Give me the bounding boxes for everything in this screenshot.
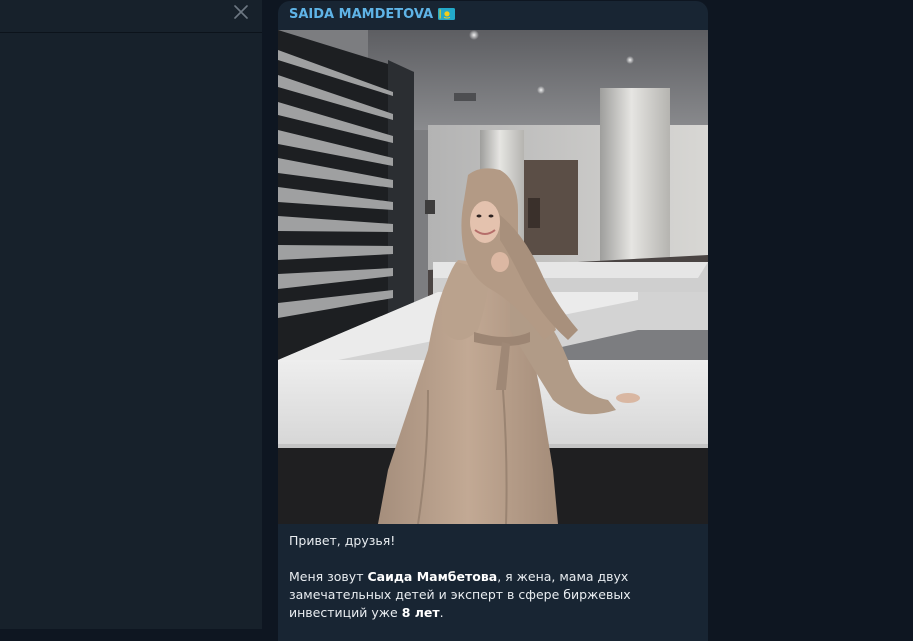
caption-gap xyxy=(289,550,694,568)
message-caption: Привет, друзья! Меня зовут Саида Мамбето… xyxy=(289,532,694,622)
left-panel-header xyxy=(0,0,262,33)
close-button[interactable] xyxy=(228,3,254,25)
caption-intro-suffix: . xyxy=(439,605,444,620)
close-icon xyxy=(234,5,248,19)
caption-name: Саида Мамбетова xyxy=(367,569,498,584)
message-photo[interactable] xyxy=(278,30,708,524)
caption-greeting: Привет, друзья! xyxy=(289,533,396,548)
sender-name-text: SAIDA MAMDETOVA xyxy=(289,7,434,22)
kazakhstan-flag-icon xyxy=(438,8,456,20)
left-panel xyxy=(0,0,262,629)
caption-intro-prefix: Меня зовут xyxy=(289,569,368,584)
caption-intro: Меня зовут Саида Мамбетова, я жена, мама… xyxy=(289,568,694,622)
message-bubble[interactable]: SAIDA MAMDETOVA Привет, друзья! Меня зов… xyxy=(278,1,708,641)
caption-years: 8 лет xyxy=(401,605,440,620)
sender-name[interactable]: SAIDA MAMDETOVA xyxy=(289,7,456,22)
